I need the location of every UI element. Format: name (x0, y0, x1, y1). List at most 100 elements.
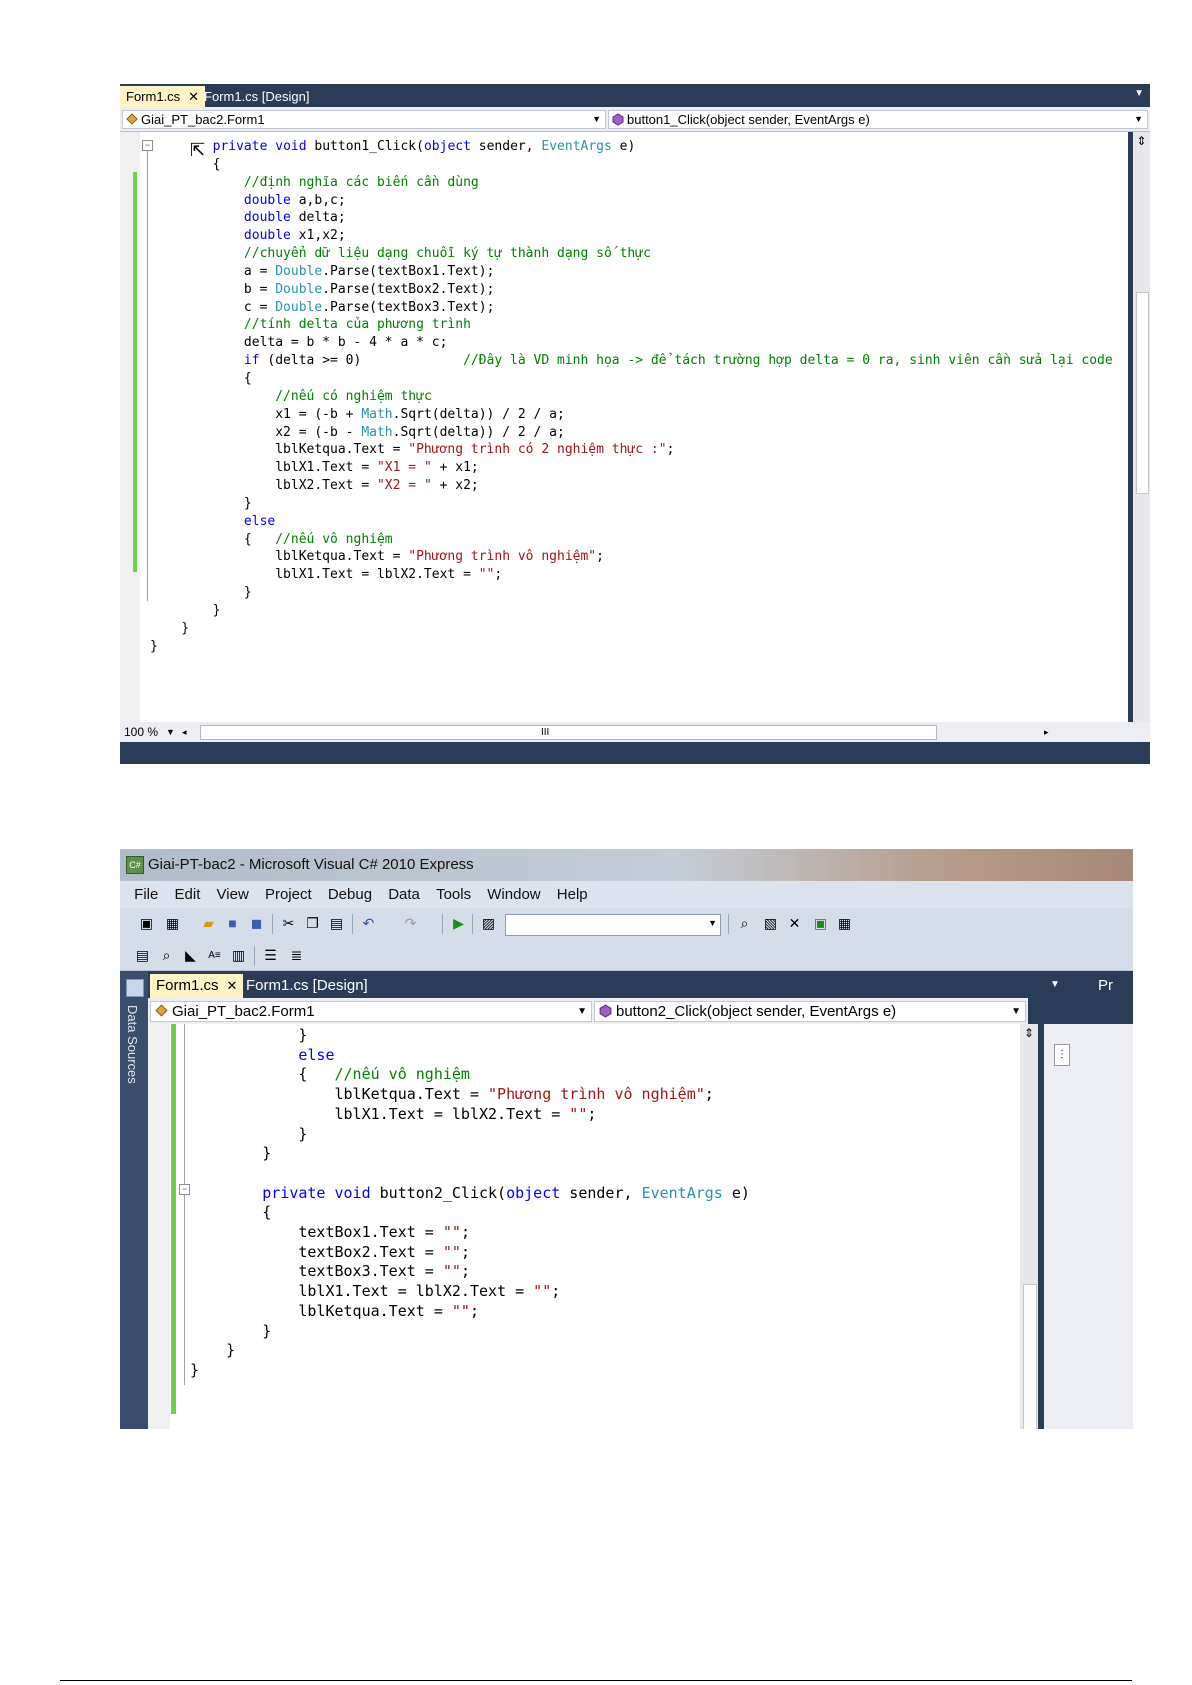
app-icon[interactable]: C# (126, 856, 144, 874)
menu-tools[interactable]: Tools (430, 881, 477, 908)
tab-form1-design[interactable]: Form1.cs [Design] (240, 974, 374, 998)
code-line[interactable]: lblX2.Text = "X2 = " + x2; (150, 477, 1113, 495)
code-line[interactable]: delta = b * b - 4 * a * c; (150, 334, 1113, 352)
code-line[interactable]: { //nếu vô nghiệm (150, 531, 1113, 549)
add-item-icon[interactable]: ▦ (164, 915, 181, 932)
code-text[interactable]: } else { //nếu vô nghiệm lblKetqua.Text … (190, 1026, 750, 1381)
properties-panel-tab[interactable]: Pr (1098, 974, 1113, 998)
tab-form1-cs[interactable]: Form1.cs ✕ (120, 86, 206, 107)
new-project-icon[interactable]: ▣ (138, 915, 155, 932)
paste-icon[interactable]: ▤ (328, 915, 345, 932)
menu-window[interactable]: Window (481, 881, 546, 908)
find-combo[interactable]: ▼ (505, 914, 721, 936)
menu-data[interactable]: Data (382, 881, 426, 908)
code-line[interactable]: b = Double.Parse(textBox2.Text); (150, 281, 1113, 299)
code-line[interactable]: double a,b,c; (150, 192, 1113, 210)
cut-icon[interactable]: ✂ (280, 915, 297, 932)
code-line[interactable]: private void button1_Click(object sender… (150, 138, 1113, 156)
member-combo[interactable]: button1_Click(object sender, EventArgs e… (608, 110, 1148, 129)
code-line[interactable]: lblKetqua.Text = "Phương trình vô nghiệm… (150, 548, 1113, 566)
split-handle-icon[interactable]: ⇕ (1135, 134, 1148, 148)
menu-project[interactable]: Project (259, 881, 318, 908)
code-line[interactable]: double x1,x2; (150, 227, 1113, 245)
code-line[interactable]: lblX1.Text = lblX2.Text = ""; (190, 1105, 750, 1125)
code-line[interactable]: lblX1.Text = "X1 = " + x1; (150, 459, 1113, 477)
code-line[interactable]: } (190, 1125, 750, 1145)
code-line[interactable] (190, 1164, 750, 1184)
code-line[interactable]: } (150, 620, 1113, 638)
vertical-scrollbar[interactable]: ⇕ (1020, 1024, 1038, 1429)
class-combo[interactable]: Giai_PT_bac2.Form1 ▼ (150, 1001, 592, 1022)
tab-list-dropdown-icon[interactable]: ▼ (1134, 88, 1144, 99)
object-browser-icon[interactable]: ▦ (836, 915, 853, 932)
code-line[interactable]: else (190, 1046, 750, 1066)
pin-icon[interactable]: ⋮ (1054, 1044, 1070, 1066)
open-file-icon[interactable]: ▰ (200, 915, 217, 932)
comment-icon[interactable]: ▥ (230, 947, 247, 964)
code-line[interactable]: } (190, 1341, 750, 1361)
menu-file[interactable]: File (128, 881, 164, 908)
code-line[interactable]: x2 = (-b - Math.Sqrt(delta)) / 2 / a; (150, 424, 1113, 442)
quick-info-icon[interactable]: ◣ (182, 947, 199, 964)
vertical-scrollbar[interactable]: ⇕ (1133, 132, 1150, 722)
code-line[interactable]: textBox1.Text = ""; (190, 1223, 750, 1243)
code-line[interactable]: //tính delta của phương trình (150, 316, 1113, 334)
code-line[interactable]: } (190, 1361, 750, 1381)
code-line[interactable]: } (190, 1026, 750, 1046)
code-line[interactable]: x1 = (-b + Math.Sqrt(delta)) / 2 / a; (150, 406, 1113, 424)
code-line[interactable]: //chuyển dữ liệu dạng chuỗi ký tự thành … (150, 245, 1113, 263)
word-completion-icon[interactable]: A≡ (206, 947, 223, 964)
close-icon[interactable]: ✕ (227, 978, 238, 993)
tab-form1-cs[interactable]: Form1.cs ✕ (150, 974, 244, 998)
outdent-icon[interactable]: ≣ (288, 947, 305, 964)
scroll-thumb[interactable] (1136, 292, 1149, 494)
scroll-thumb[interactable] (1023, 1284, 1037, 1429)
properties-icon[interactable]: ▧ (762, 915, 779, 932)
code-line[interactable]: } (150, 602, 1113, 620)
code-line[interactable]: lblX1.Text = lblX2.Text = ""; (150, 566, 1113, 584)
code-line[interactable]: { (190, 1203, 750, 1223)
menu-view[interactable]: View (211, 881, 255, 908)
scroll-left-icon[interactable]: ◂ (182, 722, 187, 742)
menu-debug[interactable]: Debug (322, 881, 378, 908)
indent-icon[interactable]: ☰ (262, 947, 279, 964)
code-line[interactable]: double delta; (150, 209, 1113, 227)
code-line[interactable]: private void button2_Click(object sender… (190, 1184, 750, 1204)
code-line[interactable]: } (150, 584, 1113, 602)
code-line[interactable]: } (150, 495, 1113, 513)
code-line[interactable]: //nếu có nghiệm thực (150, 388, 1113, 406)
code-line[interactable]: { (150, 370, 1113, 388)
code-line[interactable]: c = Double.Parse(textBox3.Text); (150, 299, 1113, 317)
member-combo[interactable]: button2_Click(object sender, EventArgs e… (594, 1001, 1026, 1022)
undo-icon[interactable]: ↶ (360, 915, 377, 932)
horizontal-scrollbar[interactable]: III (200, 725, 937, 740)
code-line[interactable]: if (delta >= 0) //Đây là VD minh họa -> … (150, 352, 1113, 370)
member-list-icon[interactable]: ▤ (134, 947, 151, 964)
dropdown-arrow-icon[interactable]: ▼ (166, 722, 175, 742)
code-line[interactable]: //định nghĩa các biến cần dùng (150, 174, 1113, 192)
solution-explorer-icon[interactable]: ▣ (812, 915, 829, 932)
code-text[interactable]: private void button1_Click(object sender… (150, 138, 1113, 655)
find-icon[interactable]: ⌕ (736, 915, 753, 932)
save-all-icon[interactable]: ◼ (248, 915, 265, 932)
tab-list-dropdown-icon[interactable]: ▼ (1050, 979, 1060, 990)
code-line[interactable]: lblX1.Text = lblX2.Text = ""; (190, 1282, 750, 1302)
code-line[interactable]: } (190, 1144, 750, 1164)
find-in-files-icon[interactable]: ▨ (480, 915, 497, 932)
redo-icon[interactable]: ↷ (402, 915, 419, 932)
scroll-right-icon[interactable]: ▸ (1044, 722, 1049, 742)
code-line[interactable]: { (150, 156, 1113, 174)
split-handle-icon[interactable]: ⇕ (1022, 1026, 1036, 1040)
code-editor[interactable]: − } else { //nếu vô nghiệm lblKetqua.Tex… (148, 1024, 1020, 1429)
toolbox-icon[interactable]: ✕ (786, 915, 803, 932)
menu-edit[interactable]: Edit (169, 881, 207, 908)
collapse-toggle[interactable]: − (179, 1184, 190, 1195)
tab-form1-design[interactable]: Form1.cs [Design] (198, 86, 315, 107)
code-line[interactable]: else (150, 513, 1113, 531)
code-line[interactable]: a = Double.Parse(textBox1.Text); (150, 263, 1113, 281)
start-debugging-icon[interactable]: ▶ (450, 915, 467, 932)
code-line[interactable]: { //nếu vô nghiệm (190, 1065, 750, 1085)
code-line[interactable]: textBox3.Text = ""; (190, 1262, 750, 1282)
code-line[interactable]: lblKetqua.Text = "Phương trình vô nghiệm… (190, 1085, 750, 1105)
code-editor[interactable]: − ⇱ private void button1_Click(object se… (120, 132, 1128, 722)
